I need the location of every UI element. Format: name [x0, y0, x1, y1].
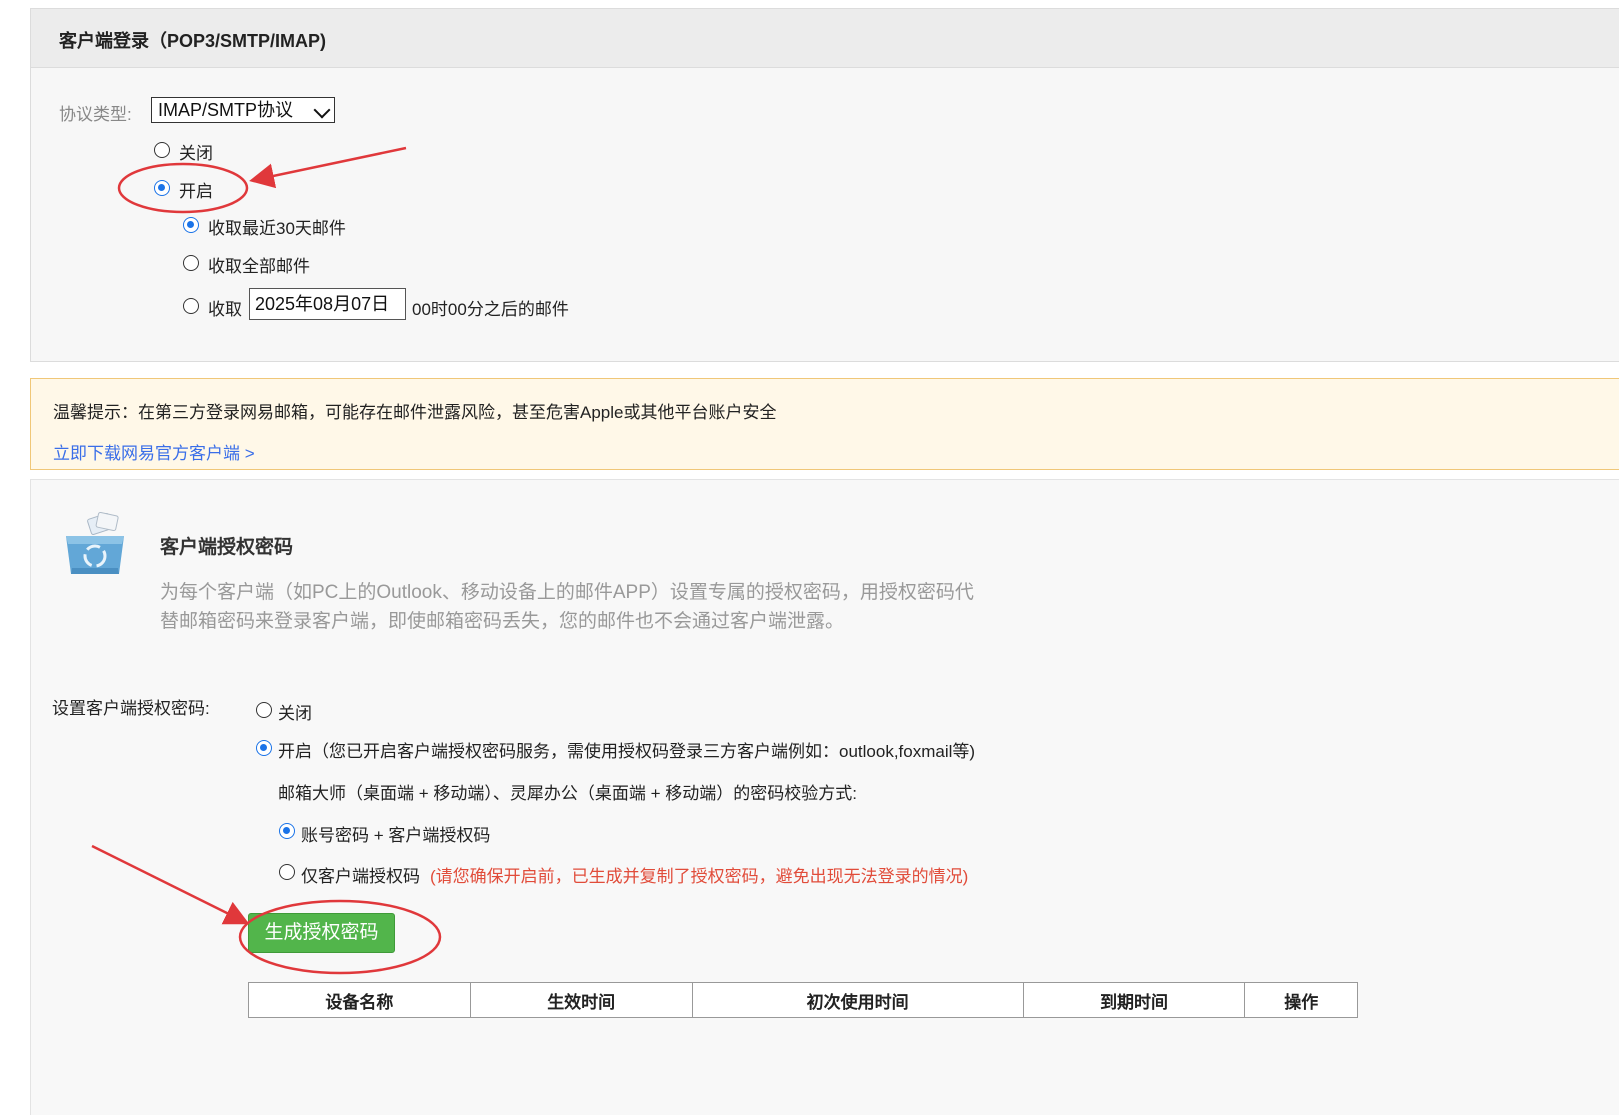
expire-time-header: 到期时间 — [1022, 982, 1246, 1018]
fetch-30days-radio[interactable] — [183, 217, 199, 233]
fetch-after-suffix: 00时00分之后的邮件 — [412, 300, 569, 319]
fetch-all-label[interactable]: 收取全部邮件 — [208, 252, 310, 277]
auth-intro-description: 为每个客户端（如PC上的Outlook、移动设备上的邮件APP）设置专属的授权密… — [160, 582, 974, 632]
auth-settings-label: 设置客户端授权密码: — [52, 699, 210, 718]
verify-warning-text: (请您确保开启前，已生成并复制了授权密码，避免出现无法登录的情况) — [430, 867, 969, 886]
imap-section-title: 客户端登录（POP3/SMTP/IMAP) — [59, 31, 327, 51]
imap-on-radio[interactable] — [154, 180, 170, 196]
auth-off-radio[interactable] — [256, 702, 272, 718]
verify-account-label[interactable]: 账号密码 + 客户端授权码 — [301, 821, 490, 846]
protocol-type-label: 协议类型: — [59, 105, 132, 124]
fetch-after-prefix: 收取 — [208, 300, 242, 319]
fetch-after-date-input[interactable]: 2025年08月07日 — [249, 288, 406, 320]
protocol-select-value: IMAP/SMTP协议 — [158, 100, 294, 120]
imap-off-radio[interactable] — [154, 142, 170, 158]
auth-on-label[interactable]: 开启（您已开启客户端授权密码服务，需使用授权码登录三方客户端例如：outlook… — [278, 737, 975, 762]
generate-password-button[interactable]: 生成授权密码 — [248, 913, 395, 953]
auth-on-radio[interactable] — [256, 740, 272, 756]
verify-method-title: 邮箱大师（桌面端 + 移动端）、灵犀办公（桌面端 + 移动端）的密码校验方式: — [278, 784, 857, 803]
fetch-30days-label[interactable]: 收取最近30天邮件 — [208, 214, 346, 239]
recycle-box-icon — [62, 511, 128, 578]
device-table-header-row: 设备名称 生效时间 初次使用时间 到期时间 操作 — [248, 982, 1358, 1018]
verify-authcode-label[interactable]: 仅客户端授权码 — [301, 862, 420, 887]
notice-text: 温馨提示：在第三方登录网易邮箱，可能存在邮件泄露风险，甚至危害Apple或其他平… — [53, 403, 777, 422]
imap-on-label[interactable]: 开启 — [179, 177, 213, 202]
chevron-down-icon — [313, 101, 331, 119]
download-client-link[interactable]: 立即下载网易官方客户端 > — [53, 439, 255, 464]
first-use-header: 初次使用时间 — [691, 982, 1024, 1018]
warning-notice — [30, 378, 1619, 470]
fetch-after-radio[interactable] — [183, 298, 199, 314]
fetch-all-radio[interactable] — [183, 255, 199, 271]
verify-authcode-radio[interactable] — [279, 864, 295, 880]
action-header: 操作 — [1244, 982, 1358, 1018]
protocol-select[interactable]: IMAP/SMTP协议 — [151, 97, 335, 123]
device-name-header: 设备名称 — [248, 982, 471, 1018]
auth-intro-title: 客户端授权密码 — [160, 537, 294, 558]
verify-account-radio[interactable] — [279, 823, 295, 839]
effective-time-header: 生效时间 — [469, 982, 693, 1018]
imap-off-label[interactable]: 关闭 — [179, 139, 213, 164]
auth-off-label[interactable]: 关闭 — [278, 699, 312, 724]
auth-settings-section — [30, 662, 1619, 1115]
device-table: 设备名称 生效时间 初次使用时间 到期时间 操作 — [248, 982, 1358, 1018]
